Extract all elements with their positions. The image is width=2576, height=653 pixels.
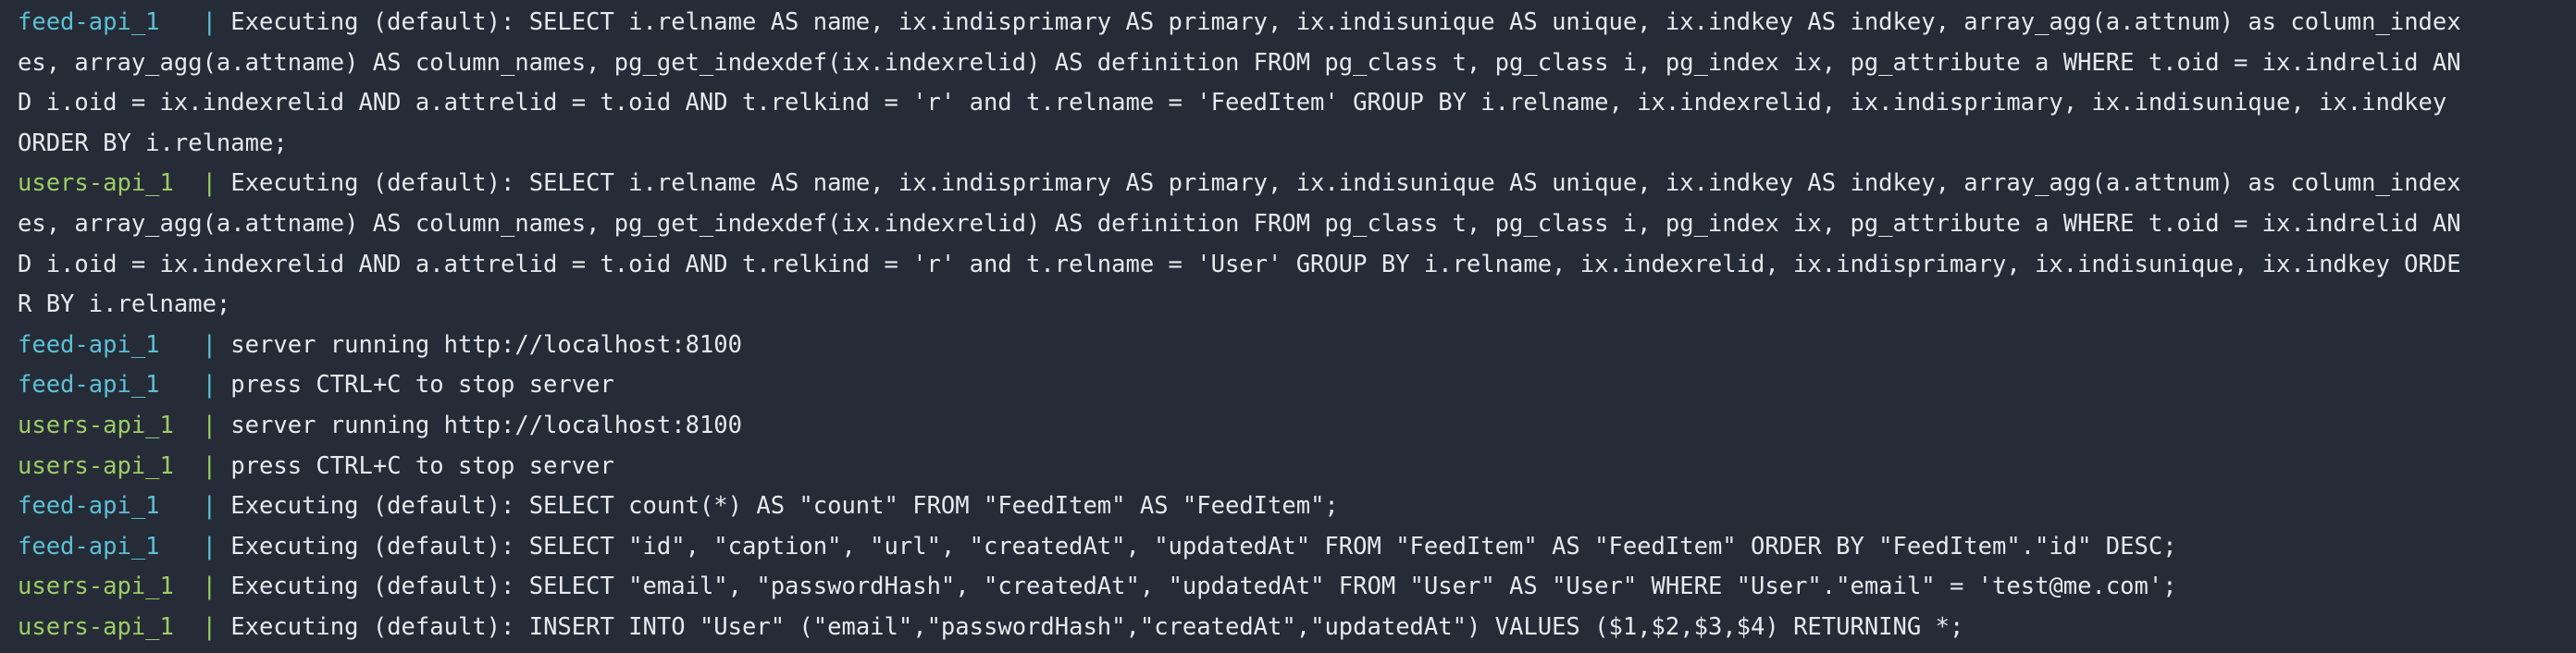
log-message: press CTRL+C to stop server	[216, 451, 614, 480]
service-padding	[160, 492, 203, 520]
log-line: R BY i.relname;	[18, 285, 2563, 326]
log-separator: |	[202, 492, 217, 521]
log-line: feed-api_1 | Executing (default): SELECT…	[18, 3, 2563, 43]
service-padding	[160, 533, 203, 561]
log-separator: |	[202, 573, 217, 601]
log-line: users-api_1 | server running http://loca…	[18, 406, 2563, 447]
log-line: es, array_agg(a.attname) AS column_names…	[18, 204, 2563, 245]
log-separator: |	[202, 612, 217, 641]
log-message: D i.oid = ix.indexrelid AND a.attrelid =…	[18, 89, 2447, 117]
service-padding	[160, 331, 203, 359]
log-line: users-api_1 | press CTRL+C to stop serve…	[18, 447, 2563, 487]
log-message: ORDER BY i.relname;	[18, 129, 288, 157]
service-padding	[160, 8, 203, 36]
log-separator: |	[202, 411, 217, 439]
log-message: server running http://localhost:8100	[216, 330, 742, 359]
log-message: press CTRL+C to stop server	[216, 371, 614, 400]
log-line: es, array_agg(a.attname) AS column_names…	[18, 43, 2563, 84]
log-line: feed-api_1 | press CTRL+C to stop server	[18, 365, 2563, 406]
service-padding	[174, 452, 203, 480]
log-line: feed-api_1 | Executing (default): SELECT…	[18, 527, 2563, 568]
log-message: Executing (default): SELECT "id", "capti…	[216, 532, 2177, 561]
service-padding	[174, 613, 203, 641]
log-separator: |	[202, 169, 217, 198]
service-padding	[174, 169, 203, 197]
log-message: Executing (default): SELECT i.relname AS…	[216, 169, 2461, 198]
log-line: users-api_1 | Executing (default): SELEC…	[18, 164, 2563, 204]
log-line: users-api_1 | Executing (default): SELEC…	[18, 567, 2563, 608]
log-separator: |	[202, 8, 217, 36]
log-message: Executing (default): SELECT "email", "pa…	[216, 573, 2177, 601]
log-message: D i.oid = ix.indexrelid AND a.attrelid =…	[18, 250, 2461, 278]
log-line: feed-api_1 | Executing (default): SELECT…	[18, 487, 2563, 527]
service-padding	[160, 371, 203, 399]
service-padding	[174, 573, 203, 600]
service-name: feed-api_1	[18, 8, 160, 36]
log-line: D i.oid = ix.indexrelid AND a.attrelid =…	[18, 83, 2563, 124]
log-message: Executing (default): INSERT INTO "User" …	[216, 612, 1964, 641]
log-separator: |	[202, 330, 217, 359]
log-line: D i.oid = ix.indexrelid AND a.attrelid =…	[18, 245, 2563, 286]
log-separator: |	[202, 371, 217, 400]
service-name: users-api_1	[18, 573, 174, 601]
service-name: feed-api_1	[18, 371, 160, 400]
log-message: Executing (default): SELECT count(*) AS …	[216, 492, 1339, 521]
service-name: users-api_1	[18, 169, 174, 198]
log-message: server running http://localhost:8100	[216, 411, 743, 439]
service-name: users-api_1	[18, 612, 174, 641]
service-name: feed-api_1	[18, 330, 160, 359]
log-message: Executing (default): SELECT i.relname AS…	[216, 8, 2461, 36]
log-line: ORDER BY i.relname;	[18, 124, 2563, 165]
service-name: feed-api_1	[18, 492, 160, 521]
service-name: feed-api_1	[18, 532, 160, 561]
terminal-output[interactable]: feed-api_1 | Executing (default): SELECT…	[0, 0, 2576, 653]
service-padding	[174, 412, 203, 439]
log-line: users-api_1 | Executing (default): INSER…	[18, 608, 2563, 648]
log-line: feed-api_1 | server running http://local…	[18, 326, 2563, 366]
service-name: users-api_1	[18, 451, 174, 480]
log-separator: |	[202, 532, 217, 561]
log-message: R BY i.relname;	[18, 290, 231, 319]
log-message: es, array_agg(a.attname) AS column_names…	[18, 48, 2461, 77]
log-message: es, array_agg(a.attname) AS column_names…	[18, 209, 2461, 238]
log-separator: |	[202, 451, 217, 480]
service-name: users-api_1	[18, 411, 174, 439]
